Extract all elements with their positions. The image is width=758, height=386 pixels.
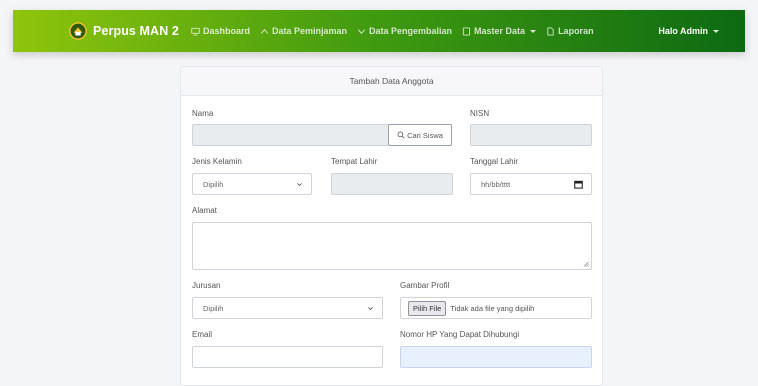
jurusan-label: Jurusan: [192, 281, 221, 290]
jenis-kelamin-value: Dipilih: [203, 179, 224, 189]
nav-data-peminjaman-label: Data Peminjaman: [271, 26, 347, 36]
nav-laporan[interactable]: Laporan: [546, 26, 594, 36]
nama-input[interactable]: [192, 124, 389, 146]
nomor-hp-input[interactable]: [400, 346, 592, 368]
jenis-kelamin-select[interactable]: Dipilih: [192, 173, 312, 195]
nav-data-pengembalian[interactable]: Data Pengembalian: [357, 26, 452, 36]
nav-master-data-label: Master Data: [474, 26, 526, 36]
add-member-card: Tambah Data Anggota Nama Cari Siswa NISN…: [180, 66, 603, 386]
jenis-kelamin-label: Jenis Kelamin: [192, 157, 242, 166]
arrow-up-icon: [260, 28, 268, 34]
folder-icon: [462, 26, 471, 36]
arrow-down-icon: [357, 28, 366, 34]
cari-siswa-label: Cari Siswa: [407, 130, 443, 140]
email-label: Email: [192, 330, 213, 339]
library-logo-icon: [69, 22, 87, 40]
chevron-down-icon: [530, 29, 537, 33]
nav-data-peminjaman[interactable]: Data Peminjaman: [260, 26, 347, 36]
alamat-label: Alamat: [192, 206, 217, 215]
alamat-textarea[interactable]: [192, 222, 592, 270]
nav-master-data[interactable]: Master Data: [462, 26, 537, 36]
card-title: Tambah Data Anggota: [181, 67, 602, 96]
calendar-icon[interactable]: [574, 180, 583, 189]
pilih-file-button[interactable]: Pilih File: [408, 300, 447, 316]
cari-siswa-button[interactable]: Cari Siswa: [388, 124, 452, 146]
brand-name: Perpus MAN 2: [93, 24, 179, 38]
nav-laporan-label: Laporan: [558, 26, 594, 36]
tanggal-lahir-label: Tanggal Lahir: [470, 157, 519, 166]
chevron-down-icon: [713, 29, 719, 33]
user-greeting: Halo Admin: [658, 26, 708, 36]
tempat-lahir-label: Tempat Lahir: [331, 157, 378, 166]
document-icon: [547, 26, 554, 36]
file-status-text: Tidak ada file yang dipilih: [450, 303, 535, 313]
tanggal-lahir-input[interactable]: hh/bb/tttt: [470, 173, 592, 195]
nav-data-pengembalian-label: Data Pengembalian: [369, 26, 453, 36]
tanggal-lahir-placeholder: hh/bb/tttt: [481, 179, 511, 189]
tempat-lahir-input[interactable]: [331, 173, 453, 195]
nisn-label: NISN: [470, 109, 490, 118]
gambar-profil-file-input[interactable]: Pilih File Tidak ada file yang dipilih: [400, 297, 592, 319]
nav-dashboard-label: Dashboard: [202, 26, 250, 36]
jurusan-select[interactable]: Dipilih: [192, 297, 383, 319]
nomor-hp-label: Nomor HP Yang Dapat Dihubungi: [400, 330, 520, 339]
email-input[interactable]: [192, 346, 383, 368]
gambar-profil-label: Gambar Profil: [400, 281, 450, 290]
nama-label: Nama: [192, 109, 214, 118]
search-icon: [397, 131, 405, 139]
nisn-input[interactable]: [470, 124, 592, 146]
jurusan-value: Dipilih: [203, 303, 224, 313]
chevron-down-icon: [297, 182, 302, 186]
user-menu[interactable]: Halo Admin: [658, 10, 719, 52]
nav-dashboard[interactable]: Dashboard: [191, 26, 250, 36]
chevron-down-icon: [368, 306, 373, 310]
top-navbar: Perpus MAN 2 Dashboard Data Peminjaman D…: [13, 10, 745, 52]
monitor-icon: [191, 27, 200, 36]
brand[interactable]: Perpus MAN 2: [69, 22, 179, 40]
resize-handle-icon[interactable]: [583, 261, 589, 267]
